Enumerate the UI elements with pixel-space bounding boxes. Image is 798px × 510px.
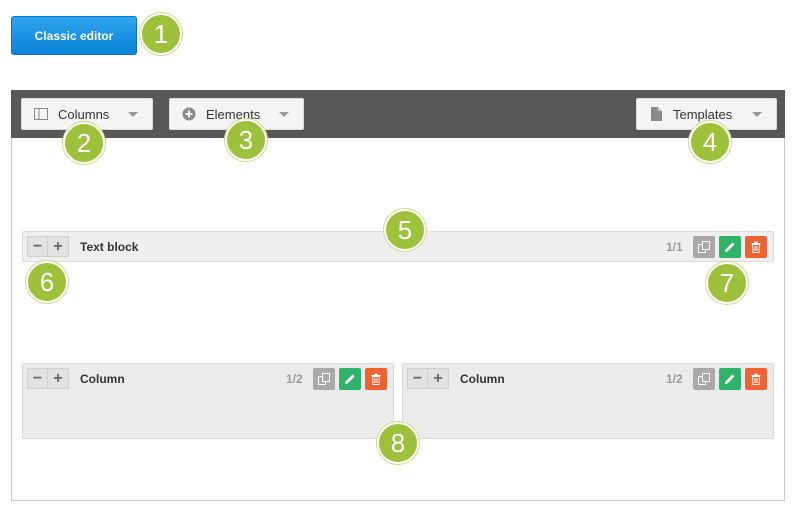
chevron-down-icon <box>279 111 289 117</box>
text-block-fraction: 1/1 <box>666 240 683 254</box>
column-left[interactable]: − + Column 1/2 <box>22 363 394 439</box>
edit-button[interactable] <box>339 368 361 390</box>
chevron-down-icon <box>128 111 138 117</box>
callout-2: 2 <box>63 122 105 164</box>
templates-dropdown-label: Templates <box>673 106 733 122</box>
copy-icon <box>698 241 710 253</box>
delete-button[interactable] <box>745 236 767 258</box>
delete-button[interactable] <box>745 368 767 390</box>
column-title: Column <box>80 372 125 386</box>
columns-icon <box>34 107 48 121</box>
chevron-down-icon <box>752 111 762 117</box>
column-title: Column <box>460 372 505 386</box>
copy-icon <box>698 373 710 385</box>
columns-dropdown-label: Columns <box>58 106 110 122</box>
column-fraction: 1/2 <box>666 372 683 386</box>
pencil-icon <box>725 374 735 384</box>
trash-icon <box>751 241 761 253</box>
add-circle-icon <box>182 107 196 121</box>
callout-3: 3 <box>225 119 267 161</box>
callout-6: 6 <box>26 261 68 303</box>
minus-icon[interactable]: − <box>27 236 48 257</box>
minus-icon[interactable]: − <box>407 368 428 389</box>
callout-1: 1 <box>140 13 182 55</box>
plus-icon[interactable]: + <box>48 368 69 389</box>
row-size-controls: − + <box>27 236 69 257</box>
pencil-icon <box>345 374 355 384</box>
delete-button[interactable] <box>365 368 387 390</box>
minus-icon[interactable]: − <box>27 368 48 389</box>
callout-8: 8 <box>377 422 419 464</box>
column-fraction: 1/2 <box>286 372 303 386</box>
clone-button[interactable] <box>693 368 715 390</box>
column-size-controls: − + <box>27 368 69 389</box>
plus-icon[interactable]: + <box>48 236 69 257</box>
copy-icon <box>318 373 330 385</box>
column-size-controls: − + <box>407 368 449 389</box>
text-block-title: Text block <box>80 240 139 254</box>
edit-button[interactable] <box>719 368 741 390</box>
callout-4: 4 <box>689 121 731 163</box>
column-right[interactable]: − + Column 1/2 <box>402 363 774 439</box>
trash-icon <box>751 373 761 385</box>
callout-5: 5 <box>384 209 426 251</box>
clone-button[interactable] <box>313 368 335 390</box>
callout-7: 7 <box>706 262 748 304</box>
document-icon <box>649 107 663 121</box>
trash-icon <box>371 373 381 385</box>
classic-editor-button[interactable]: Classic editor <box>11 16 137 55</box>
clone-button[interactable] <box>693 236 715 258</box>
plus-icon[interactable]: + <box>428 368 449 389</box>
pencil-icon <box>725 242 735 252</box>
edit-button[interactable] <box>719 236 741 258</box>
